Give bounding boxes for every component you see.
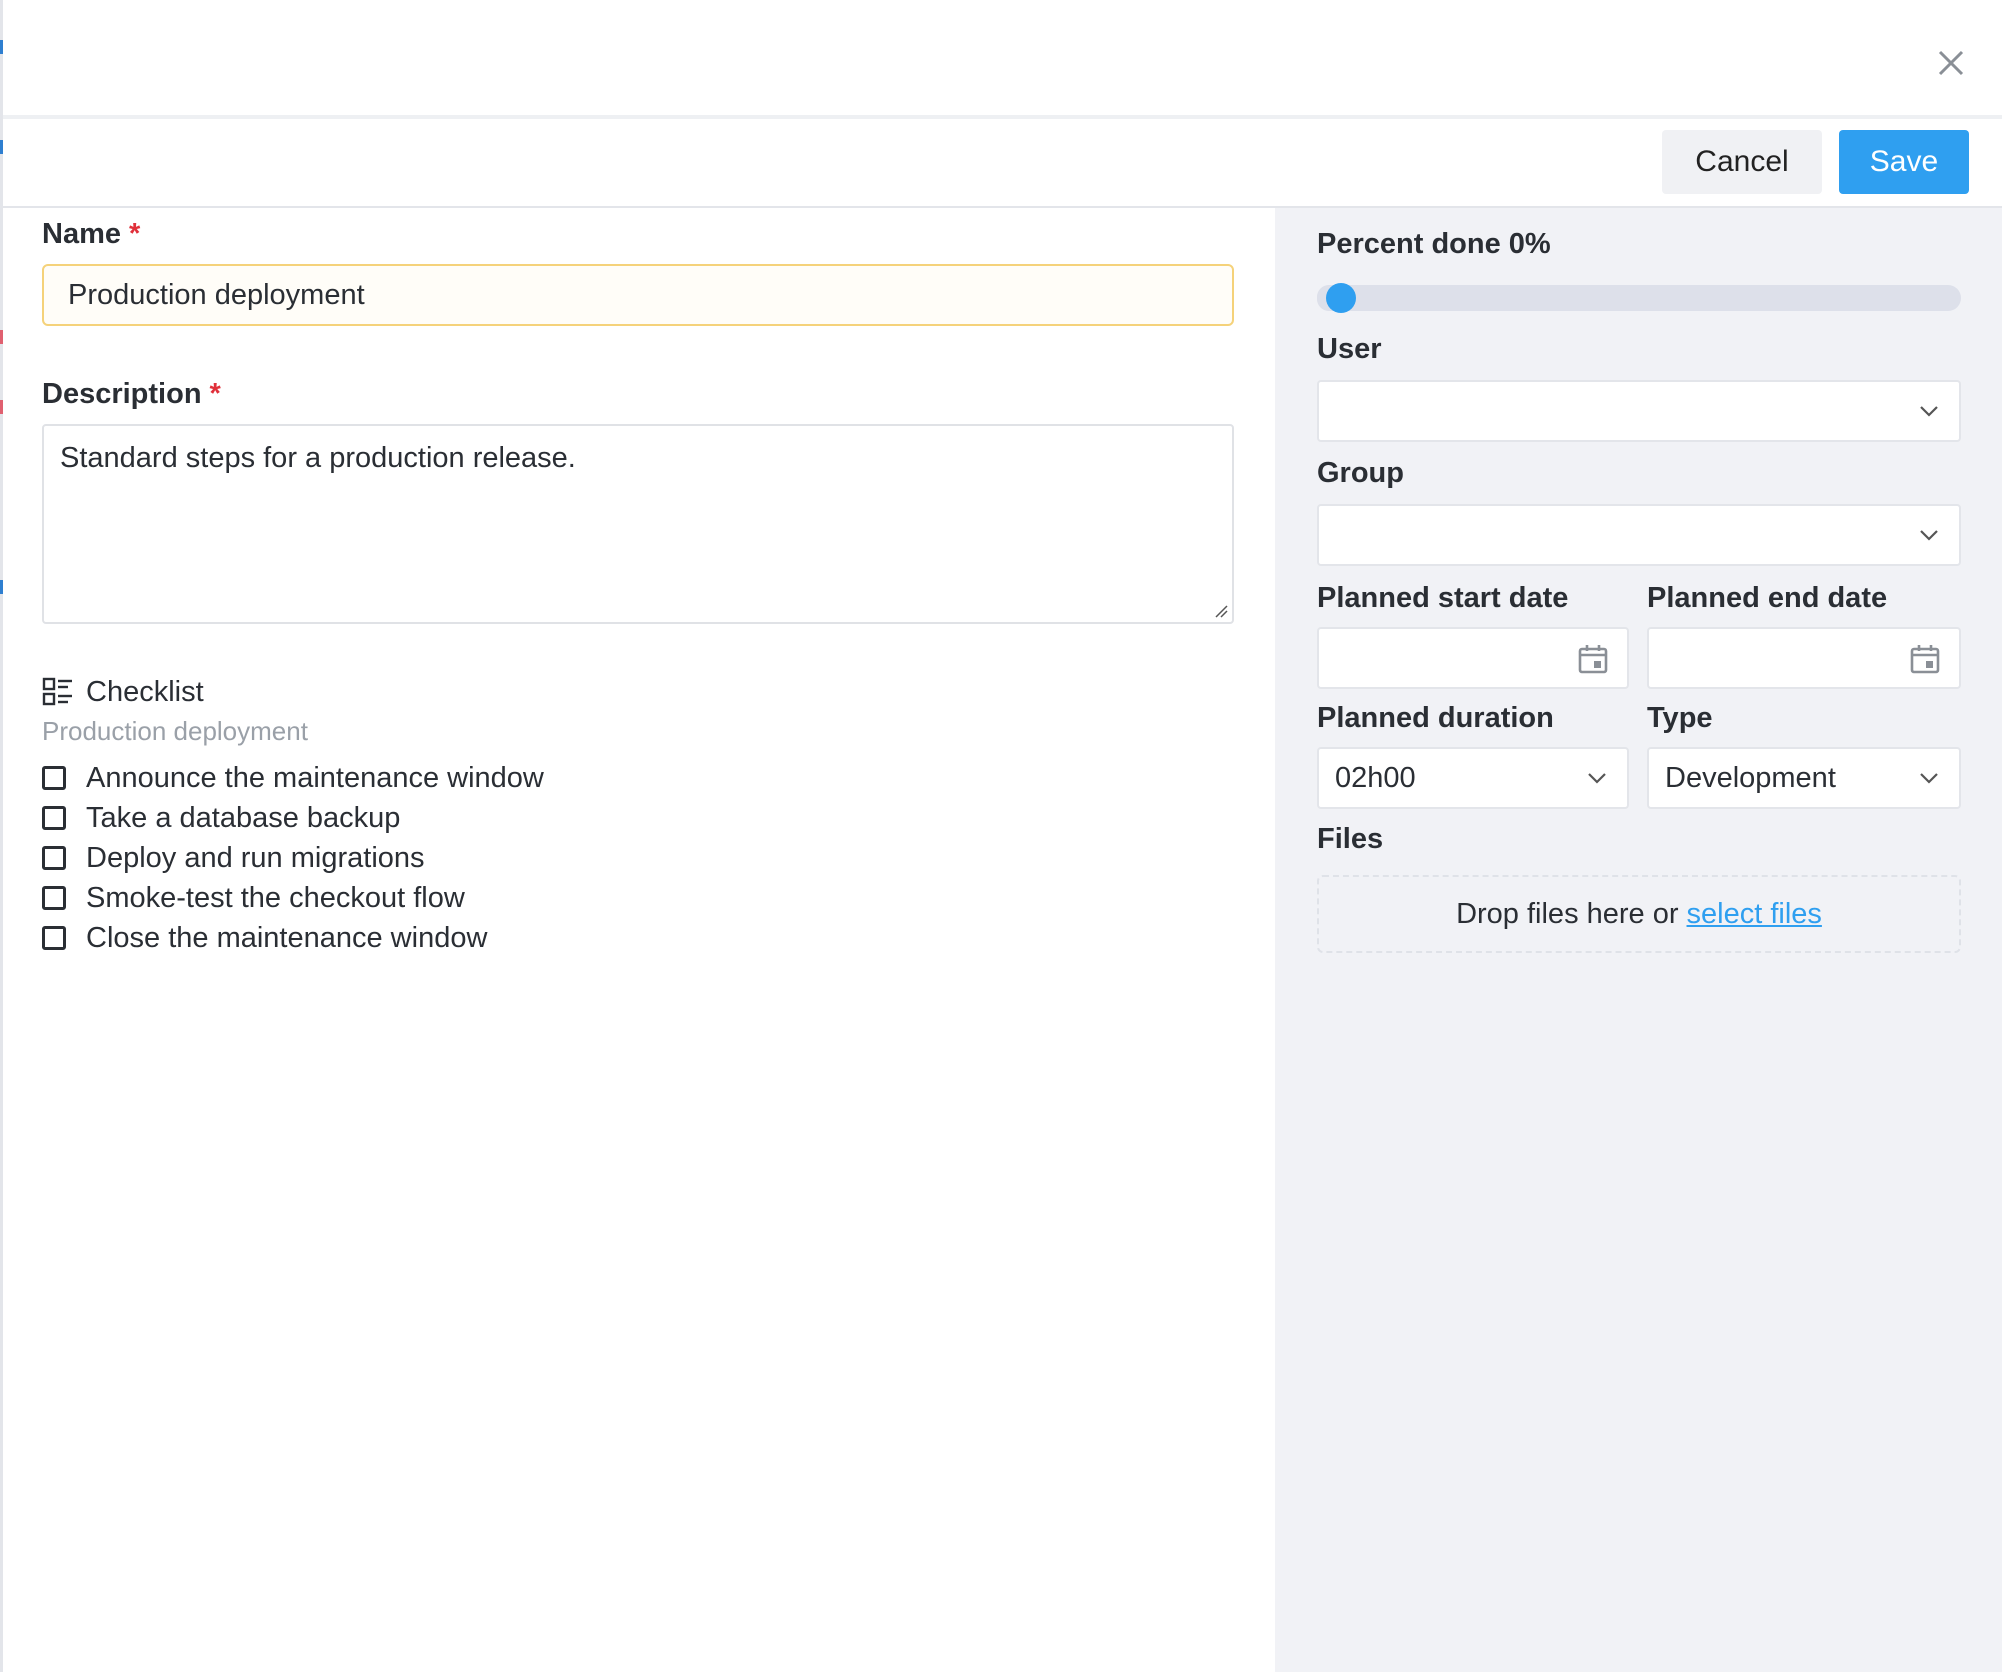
checklist-item[interactable]: Deploy and run migrations (42, 838, 544, 878)
checklist-item-label: Take a database backup (86, 801, 401, 834)
group-select[interactable] (1317, 504, 1961, 566)
close-button[interactable] (1928, 40, 1974, 86)
type-select-value: Development (1665, 761, 1836, 794)
end-date-label: Planned end date (1647, 582, 1888, 614)
duration-select[interactable]: 02h00 (1317, 747, 1629, 809)
checklist-items: Announce the maintenance window Take a d… (42, 758, 544, 958)
user-select[interactable] (1317, 380, 1961, 442)
description-textarea[interactable]: Standard steps for a production release. (42, 424, 1234, 624)
name-input[interactable]: Production deployment (42, 264, 1234, 326)
required-marker: * (129, 218, 141, 250)
name-label-text: Name (42, 218, 121, 250)
dialog-header (3, 0, 2002, 119)
dropzone-text: Drop files here or (1456, 897, 1679, 930)
user-label: User (1317, 333, 1382, 365)
description-label-text: Description (42, 378, 202, 410)
checklist-icon (42, 677, 72, 706)
save-button[interactable]: Save (1839, 130, 1969, 194)
checkbox[interactable] (42, 926, 66, 950)
files-label: Files (1317, 823, 1384, 855)
checkbox[interactable] (42, 766, 66, 790)
calendar-icon[interactable] (1577, 643, 1609, 675)
checkbox[interactable] (42, 846, 66, 870)
slider-thumb[interactable] (1326, 283, 1356, 313)
description-label: Description * (42, 378, 221, 411)
calendar-icon[interactable] (1909, 643, 1941, 675)
checklist-item-label: Close the maintenance window (86, 921, 488, 954)
name-input-value: Production deployment (68, 278, 365, 311)
checklist-item-label: Announce the maintenance window (86, 761, 544, 794)
percent-done-label: Percent done 0% (1317, 228, 1551, 260)
checklist-subtitle: Production deployment (42, 716, 308, 746)
checklist-item-label: Deploy and run migrations (86, 841, 425, 874)
checklist-header: Checklist (42, 672, 204, 712)
description-value: Standard steps for a production release. (60, 442, 576, 474)
end-date-input[interactable] (1647, 627, 1961, 689)
checklist-title: Checklist (86, 675, 204, 708)
required-marker: * (209, 378, 221, 410)
dialog-toolbar: Cancel Save (3, 119, 2002, 208)
file-dropzone[interactable]: Drop files here or select files (1317, 875, 1961, 953)
chevron-down-icon (1920, 773, 1938, 784)
checkbox[interactable] (42, 806, 66, 830)
checklist-item[interactable]: Close the maintenance window (42, 918, 544, 958)
checklist-item[interactable]: Announce the maintenance window (42, 758, 544, 798)
close-icon (1938, 50, 1964, 76)
type-select[interactable]: Development (1647, 747, 1961, 809)
type-label: Type (1647, 702, 1713, 734)
checkbox[interactable] (42, 886, 66, 910)
chevron-down-icon (1920, 530, 1938, 541)
percent-done-slider[interactable] (1317, 283, 1961, 313)
checklist-item[interactable]: Smoke-test the checkout flow (42, 878, 544, 918)
name-label: Name * (42, 218, 140, 251)
checklist-item-label: Smoke-test the checkout flow (86, 881, 465, 914)
cancel-button[interactable]: Cancel (1662, 130, 1822, 194)
resize-grip-icon[interactable] (1214, 604, 1228, 618)
chevron-down-icon (1920, 406, 1938, 417)
group-label: Group (1317, 457, 1404, 489)
checklist-item[interactable]: Take a database backup (42, 798, 544, 838)
duration-select-value: 02h00 (1335, 761, 1416, 794)
duration-label: Planned duration (1317, 702, 1554, 734)
select-files-link[interactable]: select files (1687, 898, 1822, 931)
chevron-down-icon (1588, 773, 1606, 784)
start-date-input[interactable] (1317, 627, 1629, 689)
start-date-label: Planned start date (1317, 582, 1569, 614)
